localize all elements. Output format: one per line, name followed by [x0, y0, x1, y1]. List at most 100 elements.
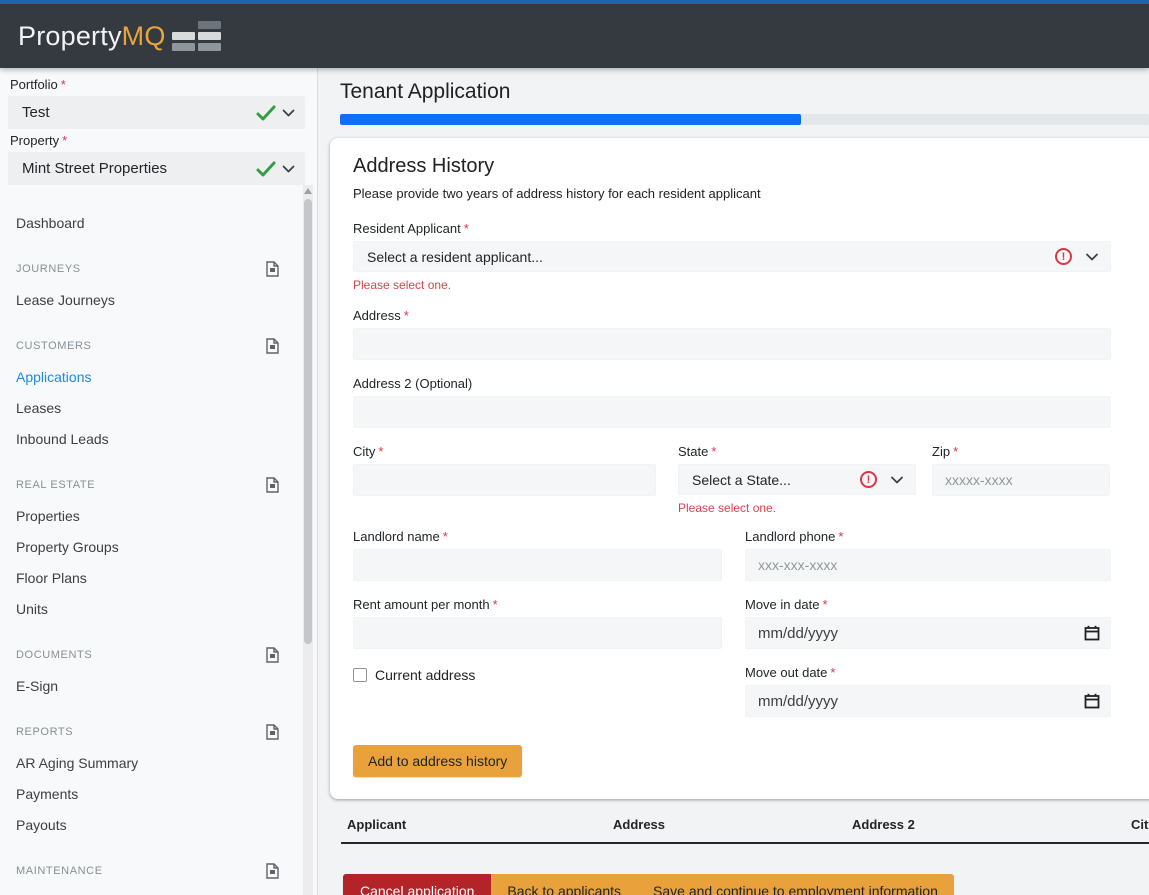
landlord-phone-input[interactable] [745, 549, 1111, 581]
landlord-phone-label: Landlord phone* [745, 529, 1111, 544]
sidebar-section-documents: DOCUMENTS [0, 639, 317, 670]
brand-bars-icon [172, 21, 221, 51]
sidebar-item-e-sign[interactable]: E-Sign [0, 670, 317, 701]
property-select-value: Mint Street Properties [22, 160, 256, 177]
brand-logo: PropertyMQ [18, 21, 221, 52]
address2-input[interactable] [353, 396, 1111, 428]
brand-property-text: Property [18, 21, 122, 51]
card-title: Address History [353, 155, 1149, 178]
sidebar-item-dashboard[interactable]: Dashboard [0, 207, 317, 238]
city-label: City* [353, 444, 656, 459]
required-asterisk: * [953, 444, 958, 459]
back-to-applicants-button[interactable]: Back to applicants [491, 874, 637, 895]
current-address-checkbox[interactable] [353, 668, 367, 682]
sidebar-item-lease-journeys[interactable]: Lease Journeys [0, 284, 317, 315]
required-asterisk: * [711, 444, 716, 459]
zip-input[interactable] [932, 464, 1110, 496]
application-progress-bar [340, 114, 1149, 125]
sidebar-section-customers: CUSTOMERS [0, 330, 317, 361]
sidebar-item-units[interactable]: Units [0, 593, 317, 624]
add-to-address-history-button[interactable]: Add to address history [353, 745, 522, 777]
portfolio-label: Portfolio* [0, 77, 317, 92]
sidebar-section-maintenance: MAINTENANCE [0, 855, 317, 886]
required-asterisk: * [822, 597, 827, 612]
app-header: PropertyMQ [0, 4, 1149, 68]
form-action-bar: Cancel application Back to applicants Sa… [343, 874, 954, 895]
move-out-date-input[interactable]: mm/dd/yyyy [745, 685, 1111, 717]
sidebar-item-floor-plans[interactable]: Floor Plans [0, 562, 317, 593]
rent-label: Rent amount per month* [353, 597, 722, 612]
portfolio-select-value: Test [22, 104, 256, 121]
property-label: Property* [0, 133, 317, 148]
brand-wordmark: PropertyMQ [18, 21, 166, 52]
resident-applicant-error: Please select one. [353, 278, 1111, 292]
address-history-card: Address History Please provide two years… [330, 138, 1149, 799]
sidebar-item-properties[interactable]: Properties [0, 500, 317, 531]
address-input[interactable] [353, 328, 1111, 360]
document-icon [266, 647, 279, 663]
required-asterisk: * [62, 133, 67, 148]
sidebar-section-journeys: JOURNEYS [0, 253, 317, 284]
sidebar-section-reports: REPORTS [0, 716, 317, 747]
sidebar-item-leases[interactable]: Leases [0, 392, 317, 423]
sidebar: Portfolio* Test Property* Mint Street Pr… [0, 68, 318, 895]
cancel-application-button[interactable]: Cancel application [343, 874, 491, 895]
state-select-value: Select a State... [692, 472, 860, 488]
sidebar-item-property-groups[interactable]: Property Groups [0, 531, 317, 562]
page-title: Tenant Application [340, 80, 1149, 104]
sidebar-item-ar-aging-summary[interactable]: AR Aging Summary [0, 747, 317, 778]
resident-applicant-label: Resident Applicant* [353, 221, 1111, 236]
required-asterisk: * [493, 597, 498, 612]
required-asterisk: * [378, 444, 383, 459]
current-address-label: Current address [375, 667, 475, 683]
sidebar-item-maintenance-requests[interactable]: Maintenance Requests [0, 886, 317, 895]
sidebar-item-payments[interactable]: Payments [0, 778, 317, 809]
document-icon [266, 477, 279, 493]
required-asterisk: * [443, 529, 448, 544]
application-progress-fill [340, 114, 801, 125]
required-asterisk: * [830, 665, 835, 680]
city-input[interactable] [353, 464, 656, 496]
error-icon: ! [860, 471, 877, 488]
column-header-address: Address [613, 817, 852, 832]
resident-applicant-select[interactable]: Select a resident applicant... ! [353, 241, 1111, 272]
document-icon [266, 863, 279, 879]
document-icon [266, 261, 279, 277]
rent-input[interactable] [353, 617, 722, 649]
address2-label: Address 2 (Optional) [353, 376, 1111, 391]
sidebar-nav: Dashboard JOURNEYS Lease Journeys CUSTOM… [0, 207, 317, 895]
column-header-city: City [1131, 817, 1149, 832]
required-asterisk: * [404, 308, 409, 323]
card-subtitle: Please provide two years of address hist… [353, 186, 1149, 201]
address-history-table: Applicant Address Address 2 City [341, 817, 1149, 844]
state-select[interactable]: Select a State... ! [678, 464, 916, 495]
address-label: Address* [353, 308, 1111, 323]
move-in-date-value: mm/dd/yyyy [758, 625, 1084, 642]
sidebar-item-payouts[interactable]: Payouts [0, 809, 317, 840]
property-select[interactable]: Mint Street Properties [8, 152, 305, 185]
column-header-applicant: Applicant [347, 817, 613, 832]
resident-applicant-select-value: Select a resident applicant... [367, 249, 1055, 265]
required-asterisk: * [464, 221, 469, 236]
sidebar-item-applications[interactable]: Applications [0, 361, 317, 392]
app-screen: PropertyMQ Portfolio* Test Property* Min… [0, 0, 1149, 895]
state-label: State* [678, 444, 916, 459]
calendar-icon[interactable] [1084, 693, 1100, 709]
chevron-down-icon [282, 109, 295, 117]
sidebar-scrollbar[interactable] [303, 185, 313, 895]
scrollbar-up-arrow[interactable] [304, 188, 312, 194]
portfolio-select[interactable]: Test [8, 96, 305, 129]
required-asterisk: * [61, 77, 66, 92]
scrollbar-thumb[interactable] [304, 199, 312, 644]
valid-check-icon [256, 161, 276, 177]
sidebar-item-inbound-leads[interactable]: Inbound Leads [0, 423, 317, 454]
top-accent-bar [0, 0, 1149, 4]
valid-check-icon [256, 105, 276, 121]
move-out-date-value: mm/dd/yyyy [758, 693, 1084, 710]
action-button-group: Back to applicants Save and continue to … [491, 874, 953, 895]
calendar-icon[interactable] [1084, 625, 1100, 641]
landlord-name-input[interactable] [353, 549, 722, 581]
move-in-date-input[interactable]: mm/dd/yyyy [745, 617, 1111, 649]
zip-label: Zip* [932, 444, 1110, 459]
save-continue-button[interactable]: Save and continue to employment informat… [637, 874, 954, 895]
